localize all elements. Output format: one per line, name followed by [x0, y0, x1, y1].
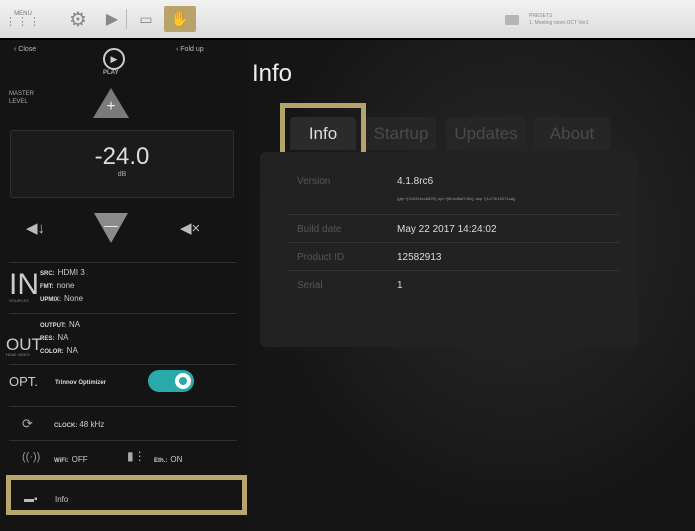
menu-grid-icon: ⋮⋮⋮ [5, 16, 41, 28]
logo-text: PLAY [103, 70, 119, 76]
row-label: Version [297, 176, 331, 187]
output-output-key: OUTPUT: [40, 323, 66, 329]
row-value: 12582913 [397, 252, 442, 263]
toggle-knob [175, 373, 191, 389]
sidebar-item-info-label: Info [55, 495, 69, 504]
presets-selector[interactable]: PRESETS 1. Meeting room OCT Ver1 [505, 13, 589, 27]
wifi-value: OFF [71, 455, 88, 464]
input-src-key: SRC: [40, 271, 55, 277]
close-label: Close [18, 46, 37, 53]
screen-icon: ▭ [139, 10, 153, 27]
hand-icon: ✋ [170, 11, 190, 28]
output-output-value: NA [69, 320, 81, 329]
volume-display: -24.0 dB [10, 130, 234, 198]
minus-icon: — [104, 217, 118, 233]
presets-label: PRESETS [529, 13, 553, 19]
menu-button[interactable]: MENU ⋮⋮⋮ [5, 6, 41, 32]
optimizer-name: Trinnov Optimizer [55, 380, 107, 386]
hand-button[interactable]: ✋ [164, 6, 196, 32]
info-row-build-date: Build date May 22 2017 14:24:02 [287, 214, 619, 243]
clock-value: 48 kHz [79, 420, 105, 429]
eth-key: Eth.: [154, 458, 168, 464]
optimizer-toggle[interactable] [148, 370, 194, 392]
output-color: COLOR: NA [40, 346, 78, 355]
device-info-icon: ▬▪ [24, 494, 38, 505]
row-value: May 22 2017 14:24:02 [397, 224, 497, 235]
sidebar: ‹ Close ▶ PLAY ‹ Fold up MASTER LEVEL + … [0, 40, 250, 531]
info-row-product-id: Product ID 12582913 [287, 242, 619, 271]
page-title: Info [252, 60, 293, 87]
input-upmix: UPMIX: None [40, 294, 83, 303]
row-label: Product ID [297, 252, 345, 263]
settings-button[interactable]: ⚙ [62, 6, 94, 32]
wifi-icon: ((·)) [22, 451, 41, 463]
close-button[interactable]: ‹ Close [14, 46, 36, 53]
input-fmt: FMT: none [40, 281, 74, 290]
speaker-dim-icon: ◀↓ [26, 220, 46, 237]
row-value: 4.1.8rc6 [397, 176, 434, 187]
top-toolbar: MENU ⋮⋮⋮ ⚙ ▶ ▭ ✋ PRESETS 1. Meeting room… [0, 0, 695, 38]
clock-status: CLOCK: 48 kHz [54, 420, 104, 429]
toolbar-divider [126, 9, 127, 29]
output-output: OUTPUT: NA [40, 320, 80, 329]
divider [9, 406, 237, 407]
row-label: Serial [297, 280, 323, 291]
input-fmt-key: FMT: [40, 284, 54, 290]
info-row-serial: Serial 1 [287, 270, 619, 298]
inputs-big-label: IN [9, 268, 39, 301]
output-res: RES: NA [40, 333, 68, 342]
input-upmix-key: UPMIX: [40, 297, 61, 303]
master-level-label: MASTER LEVEL [9, 91, 35, 105]
wifi-key: WiFi: [54, 458, 69, 464]
volume-unit: dB [117, 171, 127, 178]
tab-startup[interactable]: Startup [366, 117, 436, 150]
divider [9, 262, 237, 263]
presets-value: 1. Meeting room OCT Ver1 [529, 20, 589, 26]
folder-icon [505, 15, 519, 25]
optimizer-label: OPT. [9, 374, 38, 389]
row-sub-value: (gtp +[24431bcc8825], opt +[6b4cf8af740c… [397, 196, 516, 201]
inputs-sub-label: SOURCES [9, 298, 29, 303]
input-src: SRC: HDMI 3 [40, 268, 85, 277]
outputs-sub-label: HDMI VIDEO [6, 352, 30, 357]
row-value: 1 [397, 280, 403, 291]
tab-about[interactable]: About [534, 117, 610, 150]
divider [9, 440, 237, 441]
clock-key: CLOCK: [54, 423, 78, 429]
divider [9, 313, 237, 314]
clock-icon: ⟳ [22, 416, 33, 431]
play-logo-icon: ▶ [103, 48, 125, 70]
divider [9, 364, 237, 365]
input-upmix-value: None [64, 294, 84, 303]
dim-button[interactable]: ◀↓ [26, 219, 45, 237]
tab-updates[interactable]: Updates [446, 117, 526, 150]
play-button[interactable]: ▶ [98, 6, 126, 32]
input-src-value: HDMI 3 [57, 268, 85, 277]
info-row-version: Version 4.1.8rc6 (gtp +[24431bcc8825], o… [287, 168, 619, 215]
mute-button[interactable]: ◀× [180, 219, 200, 237]
fold-up-button[interactable]: ‹ Fold up [176, 46, 204, 53]
input-fmt-value: none [56, 281, 75, 290]
info-panel: Version 4.1.8rc6 (gtp +[24431bcc8825], o… [260, 152, 638, 347]
ethernet-status: Eth.: ON [154, 455, 182, 464]
gear-icon: ⚙ [69, 8, 87, 31]
screen-button[interactable]: ▭ [134, 6, 158, 32]
wifi-status: WiFi: OFF [54, 455, 88, 464]
speaker-mute-icon: ◀× [180, 220, 201, 237]
ethernet-icon: ▮⋮ [127, 449, 146, 463]
fold-up-label: Fold up [180, 46, 204, 53]
sidebar-item-info[interactable]: ▬▪ Info [6, 475, 247, 515]
eth-value: ON [170, 455, 183, 464]
row-label: Build date [297, 224, 342, 235]
plus-icon: + [106, 98, 116, 115]
play-icon: ▶ [105, 11, 119, 28]
output-color-value: NA [66, 346, 78, 355]
main-content: Info Info Startup Updates About Version … [250, 40, 695, 531]
output-res-key: RES: [40, 336, 55, 342]
output-color-key: COLOR: [40, 349, 64, 355]
volume-value: -24.0 [94, 143, 150, 170]
output-res-value: NA [57, 333, 69, 342]
